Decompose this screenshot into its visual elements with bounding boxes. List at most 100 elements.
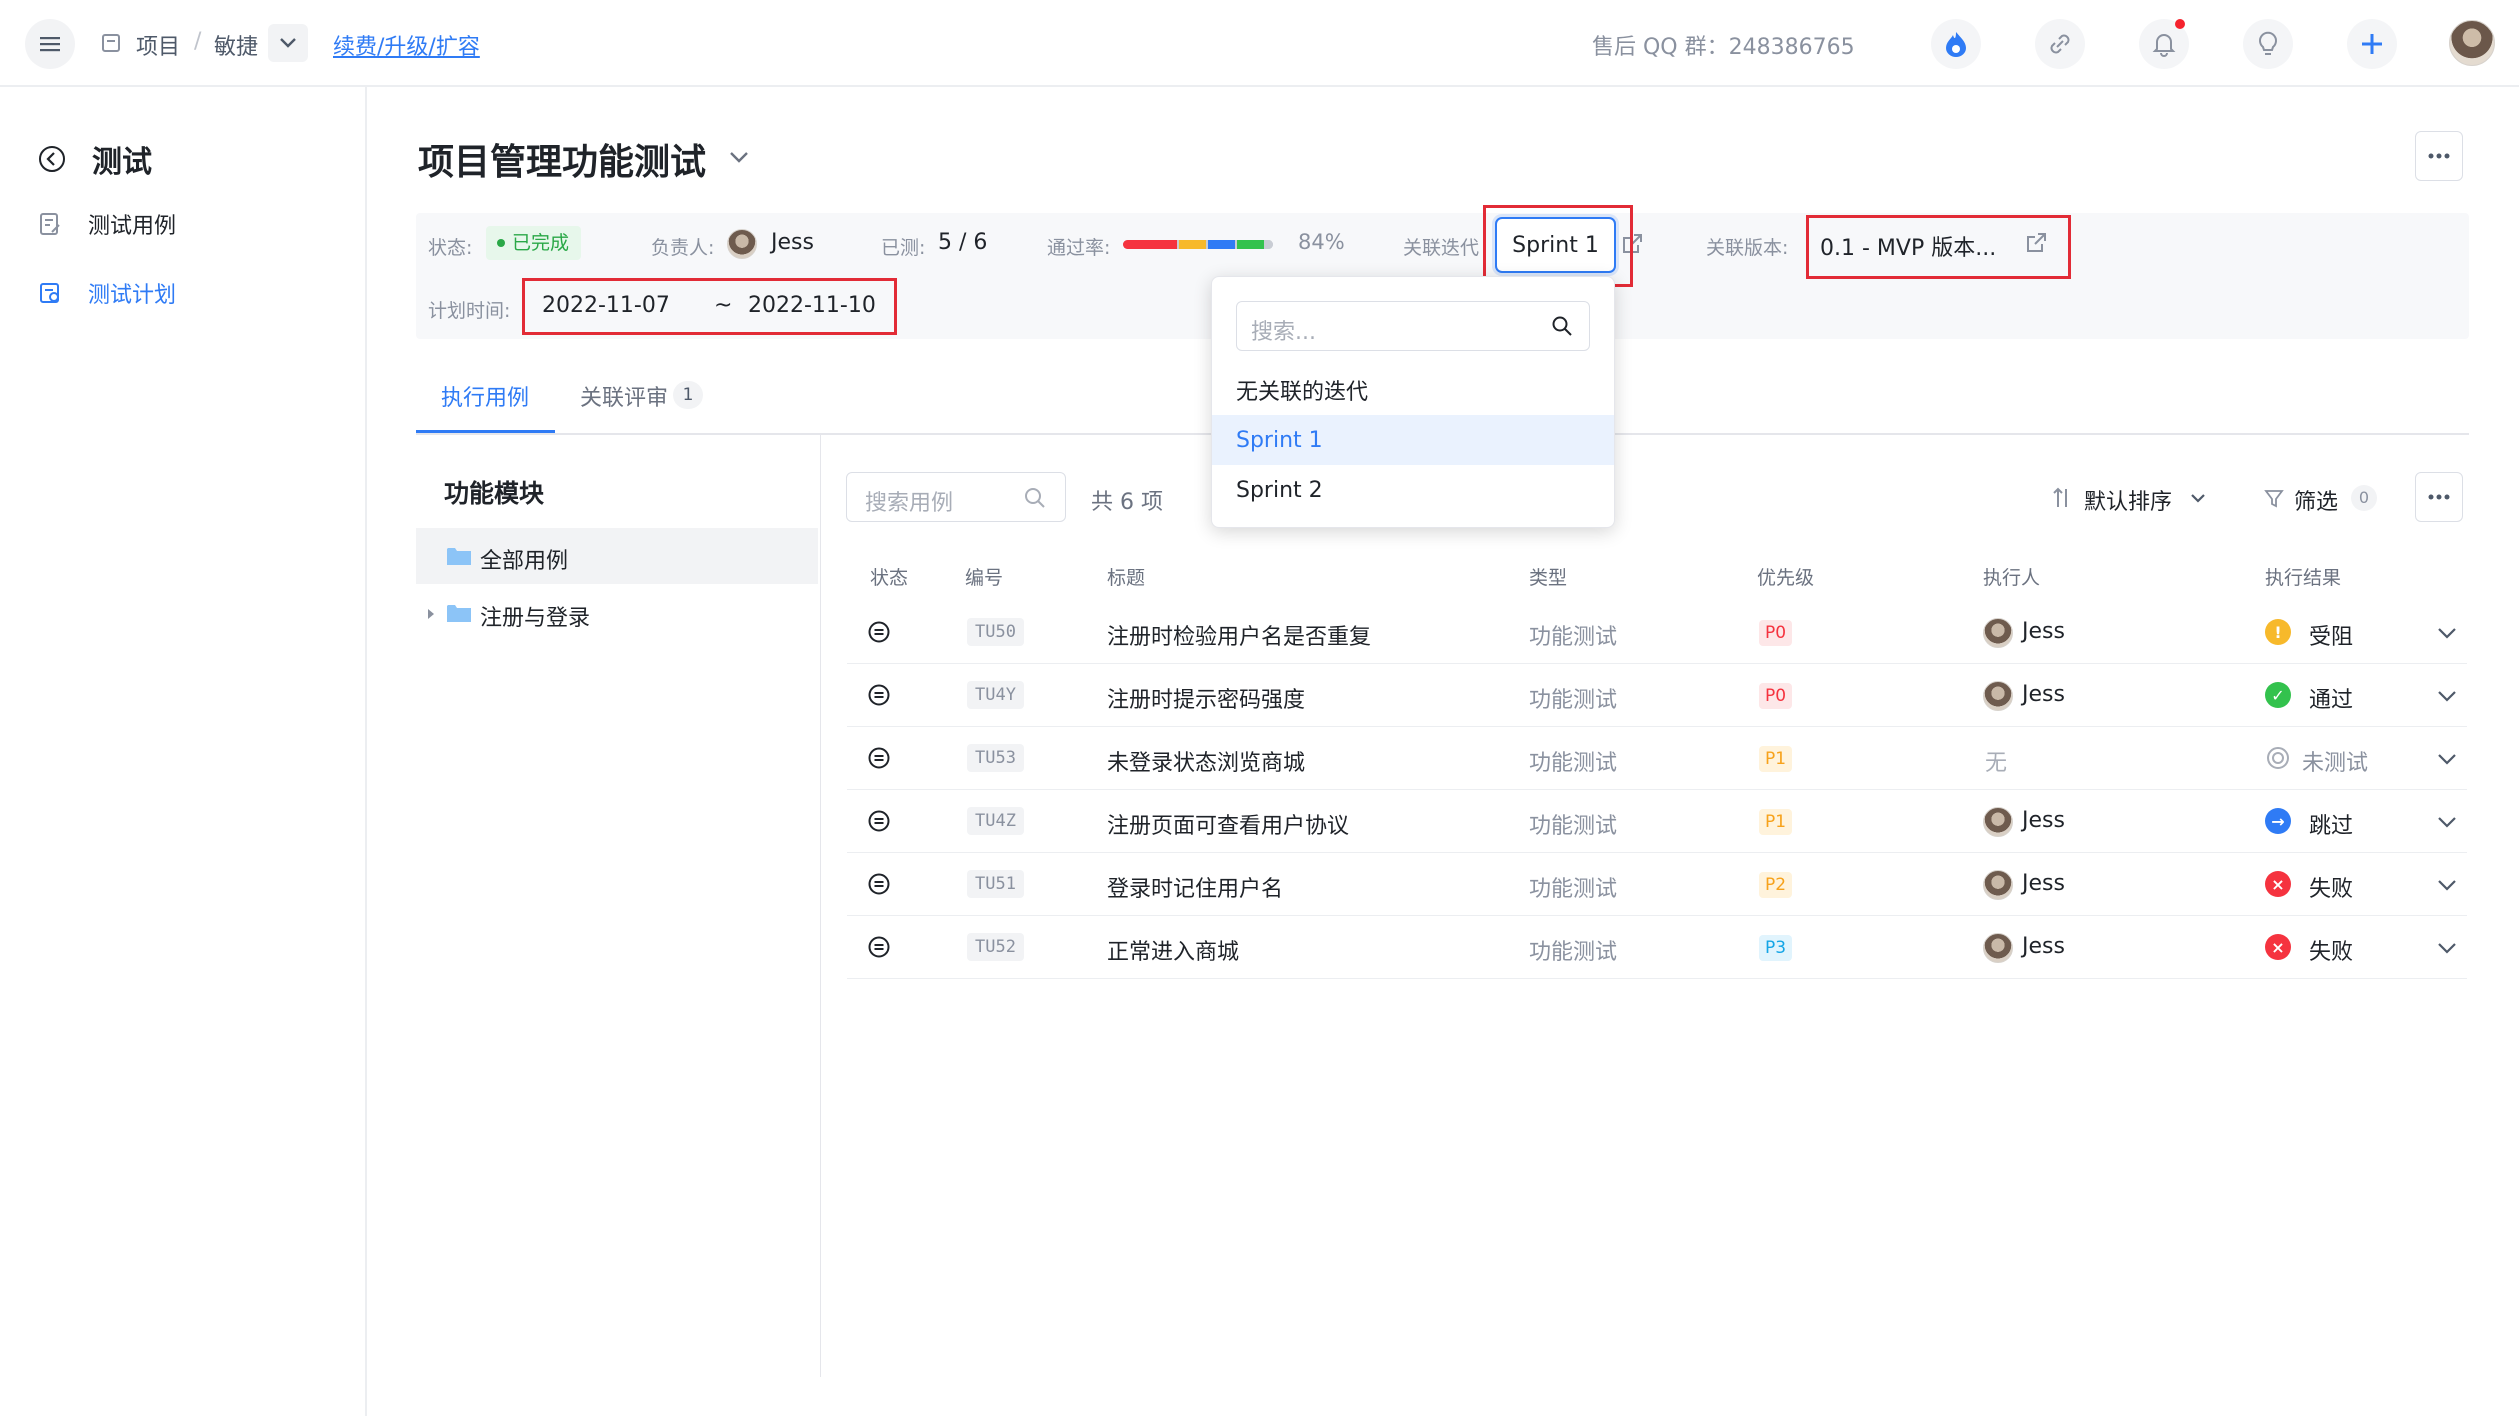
table-row[interactable]: TU4Z 注册页面可查看用户协议 功能测试 P1 Jess → 跳过 xyxy=(847,790,2467,853)
breadcrumb-project[interactable]: 敏捷 xyxy=(214,29,258,61)
link-button[interactable] xyxy=(2035,19,2085,69)
sort-label: 默认排序 xyxy=(2084,490,2173,515)
case-title[interactable]: 注册时提示密码强度 xyxy=(1107,682,1305,714)
create-button[interactable] xyxy=(2347,19,2397,69)
sprint-option-sprint-2[interactable]: Sprint 2 xyxy=(1212,465,1614,515)
chevron-down-icon[interactable] xyxy=(2437,879,2457,891)
sort-button[interactable]: 默认排序 xyxy=(2050,476,2210,520)
status-badge[interactable]: 已完成 xyxy=(486,226,582,260)
tab-linked-reviews[interactable]: 关联评审 xyxy=(580,380,668,412)
chevron-down-icon[interactable] xyxy=(728,150,750,164)
sidebar-item-test-plans[interactable]: 测试计划 xyxy=(0,265,365,321)
table-row[interactable]: TU51 登录时记住用户名 功能测试 P2 Jess × 失败 xyxy=(847,853,2467,916)
module-item-register-login[interactable]: 注册与登录 xyxy=(416,586,818,642)
table-row[interactable]: TU4Y 注册时提示密码强度 功能测试 P0 Jess ✓ 通过 xyxy=(847,664,2467,727)
case-title[interactable]: 注册页面可查看用户协议 xyxy=(1107,808,1349,840)
tab-executed-cases[interactable]: 执行用例 xyxy=(441,380,529,412)
case-type: 功能测试 xyxy=(1529,940,1618,965)
fail-icon: × xyxy=(2265,934,2291,960)
more-icon xyxy=(2428,494,2450,500)
skip-icon: → xyxy=(2265,808,2291,834)
priority-badge: P1 xyxy=(1759,809,1793,835)
result-label[interactable]: 未测试 xyxy=(2302,745,2368,777)
assignee-avatar xyxy=(1983,870,2013,900)
more-actions-button[interactable] xyxy=(2415,131,2463,181)
breadcrumb-root[interactable]: 项目 xyxy=(136,29,180,61)
assignee-avatar xyxy=(1983,807,2013,837)
notification-button[interactable] xyxy=(2139,19,2189,69)
module-item-label: 全部用例 xyxy=(480,549,569,574)
search-icon xyxy=(1551,315,1573,337)
case-type: 功能测试 xyxy=(1529,751,1618,776)
case-code: TU51 xyxy=(967,870,1024,898)
result-label[interactable]: 失败 xyxy=(2309,871,2353,903)
result-label[interactable]: 跳过 xyxy=(2309,808,2353,840)
lightbulb-icon xyxy=(2256,31,2280,57)
chevron-down-icon[interactable] xyxy=(2437,690,2457,702)
table-row[interactable]: TU50 注册时检验用户名是否重复 功能测试 P0 Jess! 受阻 xyxy=(847,601,2467,664)
assignee-name[interactable]: 无 xyxy=(1985,745,2007,777)
chevron-down-icon[interactable] xyxy=(2437,942,2457,954)
case-status-icon[interactable] xyxy=(867,683,891,707)
sidebar-item-test-cases[interactable]: 测试用例 xyxy=(0,196,365,252)
pass-rate-label: 通过率: xyxy=(1047,237,1111,259)
sidebar: 测试 测试用例 测试计划 xyxy=(0,87,367,1416)
sprint-dropdown: 搜索... 无关联的迭代 Sprint 1 Sprint 2 xyxy=(1211,276,1615,528)
project-switch-button[interactable] xyxy=(268,24,308,62)
assignee-name[interactable]: Jess xyxy=(2022,619,2065,644)
status-value: 已完成 xyxy=(512,232,570,254)
case-code: TU4Z xyxy=(967,807,1024,835)
breadcrumb-separator: / xyxy=(194,29,202,54)
case-title[interactable]: 正常进入商城 xyxy=(1107,934,1239,966)
result-label[interactable]: 受阻 xyxy=(2309,619,2353,651)
upgrade-link[interactable]: 续费/升级/扩容 xyxy=(333,29,480,61)
case-title[interactable]: 注册时检验用户名是否重复 xyxy=(1107,619,1371,651)
avatar[interactable] xyxy=(2449,20,2495,66)
assignee-name[interactable]: Jess xyxy=(2022,871,2065,896)
case-more-button[interactable] xyxy=(2415,472,2463,522)
assignee-name[interactable]: Jess xyxy=(2022,682,2065,707)
result-label[interactable]: 通过 xyxy=(2309,682,2353,714)
priority-badge: P0 xyxy=(1759,683,1793,709)
case-code: TU53 xyxy=(967,744,1024,772)
flame-button[interactable] xyxy=(1931,19,1981,69)
table-row[interactable]: TU52 正常进入商城 功能测试 P3 Jess × 失败 xyxy=(847,916,2467,979)
pass-rate-value: 84% xyxy=(1298,230,1345,254)
case-title[interactable]: 未登录状态浏览商城 xyxy=(1107,745,1305,777)
assignee-avatar xyxy=(1983,933,2013,963)
sidebar-item-label: 测试用例 xyxy=(88,214,177,239)
case-status-icon[interactable] xyxy=(867,746,891,770)
page-title[interactable]: 项目管理功能测试 xyxy=(418,133,706,185)
table-row[interactable]: TU53 未登录状态浏览商城 功能测试 P1 无 未测试 xyxy=(847,727,2467,790)
menu-button[interactable] xyxy=(25,19,75,69)
filter-label: 筛选 xyxy=(2294,490,2339,515)
tested-label: 已测: xyxy=(881,237,926,259)
tips-button[interactable] xyxy=(2243,19,2293,69)
case-search-input[interactable]: 搜索用例 xyxy=(846,472,1066,522)
caret-right-icon[interactable] xyxy=(426,607,436,621)
sprint-search-placeholder: 搜索... xyxy=(1251,320,1316,345)
priority-badge: P3 xyxy=(1759,935,1793,961)
filter-button[interactable]: 筛选 0 xyxy=(2262,476,2382,520)
assignee-avatar xyxy=(1983,618,2013,648)
case-status-icon[interactable] xyxy=(867,872,891,896)
assignee-name[interactable]: Jess xyxy=(2022,934,2065,959)
sidebar-back-button[interactable]: 测试 xyxy=(0,123,365,195)
chevron-down-icon[interactable] xyxy=(2437,627,2457,639)
sprint-option-none[interactable]: 无关联的迭代 xyxy=(1212,365,1614,415)
case-status-icon[interactable] xyxy=(867,620,891,644)
case-status-icon[interactable] xyxy=(867,935,891,959)
case-title[interactable]: 登录时记住用户名 xyxy=(1107,871,1283,903)
module-item-all[interactable]: 全部用例 xyxy=(416,528,818,584)
result-label[interactable]: 失败 xyxy=(2309,934,2353,966)
case-status-icon[interactable] xyxy=(867,809,891,833)
owner-name[interactable]: Jess xyxy=(771,230,814,255)
case-code: TU52 xyxy=(967,933,1024,961)
fail-icon: × xyxy=(2265,871,2291,897)
assignee-name[interactable]: Jess xyxy=(2022,808,2065,833)
chevron-down-icon[interactable] xyxy=(2437,753,2457,765)
sprint-search-input[interactable]: 搜索... xyxy=(1236,301,1590,351)
chevron-down-icon[interactable] xyxy=(2437,816,2457,828)
sprint-option-sprint-1[interactable]: Sprint 1 xyxy=(1212,415,1614,465)
priority-badge: P0 xyxy=(1759,620,1793,646)
